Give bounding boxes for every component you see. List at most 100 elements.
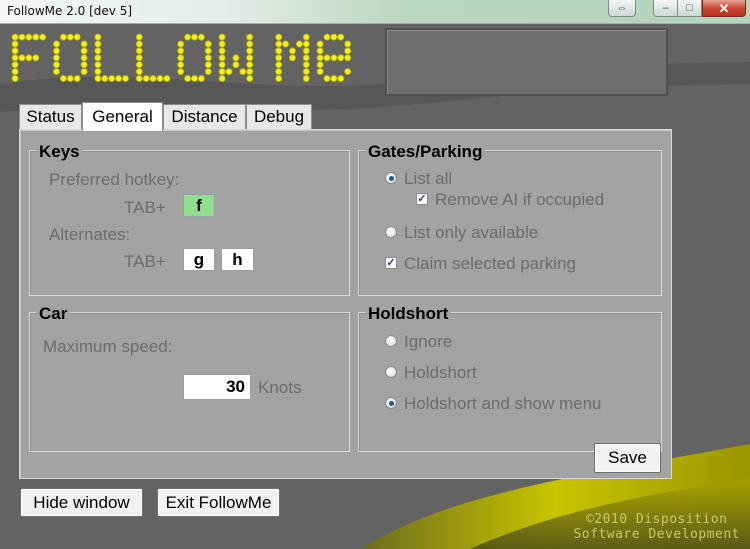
logo-led-dot: [204, 68, 212, 76]
holdshort-radio[interactable]: [385, 366, 397, 378]
preferred-hotkey-field[interactable]: f: [183, 194, 215, 217]
tab-status[interactable]: Status: [19, 104, 82, 129]
window-title: FollowMe 2.0 [dev 5]: [7, 4, 133, 18]
logo-led-dot: [11, 33, 19, 41]
max-speed-label: Maximum speed:: [43, 337, 173, 356]
minimize-icon: –: [662, 1, 669, 14]
tab-general[interactable]: General: [82, 102, 163, 131]
logo-led-dot: [18, 54, 26, 62]
logo-led-dot: [135, 47, 143, 55]
tab-debug[interactable]: Debug: [246, 104, 312, 129]
logo-led-dot: [53, 61, 61, 69]
holdshort-label[interactable]: Holdshort: [404, 363, 477, 383]
holdshort-menu-label[interactable]: Holdshort and show menu: [404, 394, 602, 414]
logo-led-dot: [11, 54, 19, 62]
car-group: Car Maximum speed: 30 Knots: [29, 304, 350, 452]
followme-logo: [11, 33, 352, 83]
claim-parking-label[interactable]: Claim selected parking: [404, 254, 576, 274]
logo-led-dot: [184, 75, 192, 83]
alternates-prefix-label: TAB+: [124, 252, 166, 271]
alternates-label: Alternates:: [49, 225, 131, 244]
list-available-label[interactable]: List only available: [404, 223, 538, 243]
status-display: [385, 28, 668, 96]
logo-led-dot: [11, 40, 19, 48]
hide-window-button[interactable]: Hide window: [20, 488, 143, 517]
logo-led-dot: [246, 47, 254, 55]
logo-led-dot: [18, 33, 26, 41]
tab-distance[interactable]: Distance: [163, 104, 246, 129]
logo-led-dot: [204, 47, 212, 55]
logo-led-dot: [232, 54, 240, 62]
list-all-label[interactable]: List all: [404, 169, 452, 189]
maximize-button[interactable]: □: [678, 0, 702, 17]
max-speed-input[interactable]: 30: [183, 374, 251, 400]
logo-led-dot: [246, 68, 254, 76]
logo-led-dot: [330, 54, 338, 62]
logo-led-dot: [302, 40, 310, 48]
logo-led-dot: [94, 54, 102, 62]
logo-led-dot: [323, 75, 331, 83]
logo-led-dot: [135, 75, 143, 83]
logo-led-dot: [302, 33, 310, 41]
logo-led-dot: [246, 40, 254, 48]
logo-led-dot: [53, 68, 61, 76]
logo-led-dot: [337, 75, 345, 83]
logo-led-dot: [246, 61, 254, 69]
logo-led-dot: [302, 61, 310, 69]
ignore-label[interactable]: Ignore: [404, 332, 452, 352]
alternate-hotkey-2-field[interactable]: h: [221, 248, 254, 271]
maximize-icon: □: [686, 1, 693, 14]
logo-led-dot: [344, 68, 352, 76]
logo-led-dot: [32, 54, 40, 62]
resize-button[interactable]: ⇔: [608, 0, 636, 17]
logo-led-dot: [275, 68, 283, 76]
remove-ai-label[interactable]: Remove AI if occupied: [435, 190, 604, 210]
logo-led-dot: [59, 33, 67, 41]
exit-followme-button[interactable]: Exit FollowMe: [157, 488, 280, 517]
logo-led-dot: [316, 54, 324, 62]
logo-led-dot: [108, 75, 116, 83]
logo-led-dot: [94, 68, 102, 76]
logo-led-dot: [323, 54, 331, 62]
logo-led-dot: [25, 33, 33, 41]
logo-led-dot: [275, 54, 283, 62]
logo-led-dot: [59, 75, 67, 83]
logo-led-dot: [156, 75, 164, 83]
logo-led-dot: [302, 54, 310, 62]
ignore-radio[interactable]: [385, 335, 397, 347]
logo-led-dot: [197, 75, 205, 83]
logo-led-dot: [275, 61, 283, 69]
logo-led-dot: [337, 54, 345, 62]
save-button[interactable]: Save: [594, 443, 661, 473]
remove-ai-checkbox[interactable]: ✓: [416, 193, 428, 205]
logo-led-dot: [288, 47, 296, 55]
logo-led-dot: [135, 68, 143, 76]
alternate-hotkey-1-field[interactable]: g: [183, 248, 215, 271]
holdshort-menu-radio[interactable]: [385, 397, 397, 409]
logo-led-dot: [246, 75, 254, 83]
logo-led-dot: [39, 33, 47, 41]
logo-led-dot: [122, 75, 130, 83]
logo-led-dot: [135, 61, 143, 69]
list-available-radio[interactable]: [385, 226, 397, 238]
logo-led-dot: [80, 68, 88, 76]
logo-led-dot: [11, 61, 19, 69]
claim-parking-checkbox[interactable]: ✓: [385, 257, 397, 269]
logo-led-dot: [218, 75, 226, 83]
logo-led-dot: [115, 75, 123, 83]
logo-led-dot: [275, 47, 283, 55]
logo-led-dot: [190, 33, 198, 41]
list-all-radio[interactable]: [385, 172, 397, 184]
logo-led-dot: [94, 40, 102, 48]
minimize-button[interactable]: –: [653, 0, 678, 17]
speed-unit-label: Knots: [258, 378, 302, 397]
close-button[interactable]: ✕: [702, 0, 746, 17]
logo-led-dot: [53, 47, 61, 55]
logo-led-dot: [275, 33, 283, 41]
keys-group: Keys Preferred hotkey: TAB+ f Alternates…: [29, 142, 350, 296]
logo-led-dot: [344, 47, 352, 55]
copyright-notice: ©2010 Disposition Software Development: [573, 512, 740, 542]
holdshort-group-title: Holdshort: [365, 304, 452, 324]
logo-led-dot: [275, 40, 283, 48]
keys-group-title: Keys: [36, 142, 83, 162]
